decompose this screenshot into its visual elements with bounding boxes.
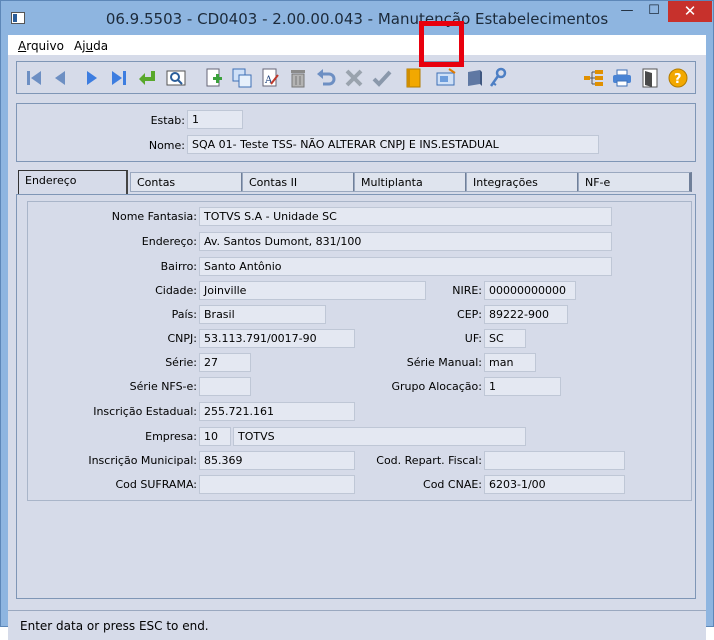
bairro-field[interactable]: Santo Antônio xyxy=(199,257,612,276)
tab-contas-label: Contas xyxy=(137,176,176,189)
cod-suframa-label: Cod SUFRAMA: xyxy=(115,478,197,491)
cidade-label: Cidade: xyxy=(155,284,197,297)
cep-field[interactable]: 89222-900 xyxy=(484,305,568,324)
key-icon[interactable] xyxy=(487,67,509,89)
inscricao-estadual-field[interactable]: 255.721.161 xyxy=(199,402,355,421)
window-title: 06.9.5503 - CD0403 - 2.00.00.043 - Manut… xyxy=(105,10,609,28)
minimize-button[interactable]: — xyxy=(613,1,641,22)
grupo-alocacao-field[interactable]: 1 xyxy=(484,377,561,396)
bairro-label: Bairro: xyxy=(160,260,197,273)
estab-field[interactable]: 1 xyxy=(187,110,243,129)
endereco-label: Endereço: xyxy=(141,235,197,248)
address-form: Nome Fantasia: TOTVS S.A - Unidade SC En… xyxy=(27,201,692,501)
cod-repart-fiscal-field[interactable] xyxy=(484,451,625,470)
serie-label: Série: xyxy=(165,356,197,369)
main-area: A ? Estab: 1 Nome: SQA 01- Teste TSS- NÃ… xyxy=(8,55,706,640)
cod-cnae-label: Cod CNAE: xyxy=(423,478,482,491)
tree-icon[interactable] xyxy=(583,67,605,89)
tab-panel: Nome Fantasia: TOTVS S.A - Unidade SC En… xyxy=(16,194,696,599)
new-icon[interactable] xyxy=(203,67,225,89)
tab-endereco-label: Endereço xyxy=(25,174,77,187)
cod-repart-fiscal-label: Cod. Repart. Fiscal: xyxy=(376,454,482,467)
client-area: Arquivo Ajuda A ? Estab: 1 Nome: SQA 01-… xyxy=(8,35,706,640)
close-button[interactable]: ✕ xyxy=(668,1,712,22)
tab-contas-ii[interactable]: Contas II xyxy=(242,172,356,192)
copy-icon[interactable] xyxy=(231,67,253,89)
tab-contas-ii-label: Contas II xyxy=(249,176,298,189)
first-icon[interactable] xyxy=(23,67,45,89)
status-bar: Enter data or press ESC to end. xyxy=(8,610,706,640)
maximize-button[interactable]: ☐ xyxy=(641,1,667,22)
estab-label: Estab: xyxy=(150,114,185,127)
serie-nfse-label: Série NFS-e: xyxy=(129,380,197,393)
highlight-box xyxy=(419,21,464,67)
print-icon[interactable] xyxy=(611,67,633,89)
window: 06.9.5503 - CD0403 - 2.00.00.043 - Manut… xyxy=(0,0,714,640)
edit-icon[interactable]: A xyxy=(259,67,281,89)
cnpj-label: CNPJ: xyxy=(167,332,198,345)
exit-icon[interactable] xyxy=(639,67,661,89)
pais-field[interactable]: Brasil xyxy=(199,305,326,324)
empresa-label: Empresa: xyxy=(145,430,197,443)
nome-field[interactable]: SQA 01- Teste TSS- NÃO ALTERAR CNPJ E IN… xyxy=(187,135,599,154)
tab-nfe-label: NF-e xyxy=(585,176,611,189)
cep-label: CEP: xyxy=(457,308,482,321)
zoom-icon[interactable] xyxy=(165,67,187,89)
cancel-icon[interactable] xyxy=(343,67,365,89)
header-panel: Estab: 1 Nome: SQA 01- Teste TSS- NÃO AL… xyxy=(16,103,696,162)
tab-endereco[interactable]: Endereço xyxy=(18,170,128,194)
nire-field[interactable]: 00000000000 xyxy=(484,281,576,300)
serie-manual-field[interactable]: man xyxy=(484,353,536,372)
serie-manual-label: Série Manual: xyxy=(406,356,482,369)
cod-cnae-field[interactable]: 6203-1/00 xyxy=(484,475,625,494)
inscricao-municipal-label: Inscrição Municipal: xyxy=(88,454,197,467)
tab-multiplanta-label: Multiplanta xyxy=(361,176,423,189)
nome-fantasia-label: Nome Fantasia: xyxy=(111,210,197,223)
title-bar: 06.9.5503 - CD0403 - 2.00.00.043 - Manut… xyxy=(1,1,713,35)
monitor-icon[interactable] xyxy=(435,67,457,89)
next-icon[interactable] xyxy=(81,67,103,89)
tab-nfe[interactable]: NF-e xyxy=(578,172,692,192)
empresa-name-field: TOTVS xyxy=(233,427,526,446)
nome-fantasia-field[interactable]: TOTVS S.A - Unidade SC xyxy=(199,207,612,226)
menu-arquivo[interactable]: Arquivo xyxy=(18,39,64,53)
cidade-field[interactable]: Joinville xyxy=(199,281,426,300)
undo-icon[interactable] xyxy=(315,67,337,89)
svg-text:?: ? xyxy=(674,72,682,87)
inscricao-estadual-label: Inscrição Estadual: xyxy=(93,405,197,418)
serie-field[interactable]: 27 xyxy=(199,353,251,372)
inscricao-municipal-field[interactable]: 85.369 xyxy=(199,451,355,470)
nome-label: Nome: xyxy=(148,139,185,152)
pais-label: País: xyxy=(171,308,197,321)
toolbar: A ? xyxy=(16,61,696,94)
tab-bar: Endereço Contas Contas II Multiplanta In… xyxy=(18,170,698,194)
tab-integracoes-label: Integrações xyxy=(473,176,538,189)
folder-icon[interactable] xyxy=(403,67,425,89)
endereco-field[interactable]: Av. Santos Dumont, 831/100 xyxy=(199,232,612,251)
menu-ajuda[interactable]: Ajuda xyxy=(74,39,108,53)
disk-icon[interactable] xyxy=(463,67,485,89)
uf-field[interactable]: SC xyxy=(484,329,526,348)
status-text: Enter data or press ESC to end. xyxy=(20,619,209,633)
nire-label: NIRE: xyxy=(452,284,482,297)
help-icon[interactable]: ? xyxy=(667,67,689,89)
menu-bar: Arquivo Ajuda xyxy=(8,35,706,55)
goto-icon[interactable] xyxy=(137,67,159,89)
serie-nfse-field[interactable] xyxy=(199,377,251,396)
empresa-code-field[interactable]: 10 xyxy=(199,427,231,446)
save-icon[interactable] xyxy=(371,67,393,89)
uf-label: UF: xyxy=(464,332,482,345)
grupo-alocacao-label: Grupo Alocação: xyxy=(391,380,482,393)
cod-suframa-field[interactable] xyxy=(199,475,355,494)
tab-integracoes[interactable]: Integrações xyxy=(466,172,580,192)
last-icon[interactable] xyxy=(108,67,130,89)
cnpj-field[interactable]: 53.113.791/0017-90 xyxy=(199,329,355,348)
tab-contas[interactable]: Contas xyxy=(130,172,244,192)
delete-icon[interactable] xyxy=(287,67,309,89)
prev-icon[interactable] xyxy=(49,67,71,89)
tab-multiplanta[interactable]: Multiplanta xyxy=(354,172,468,192)
